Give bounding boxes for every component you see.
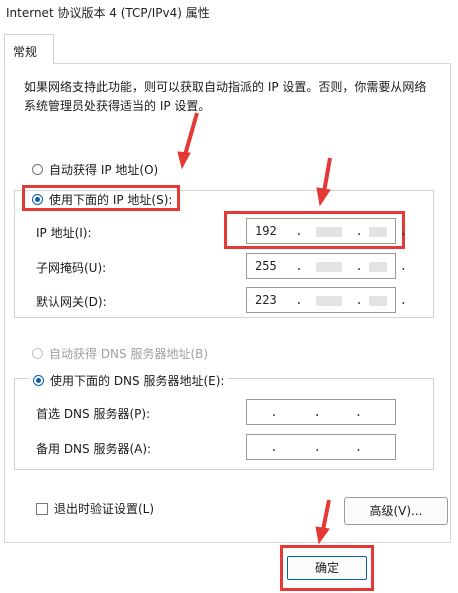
annotation-arrows <box>177 112 332 545</box>
arrow-to-ip-fields <box>316 157 332 207</box>
arrow-to-manual-ip <box>177 112 199 170</box>
arrow-to-ok-button <box>315 499 331 545</box>
tab-general[interactable]: 常规 <box>4 34 54 64</box>
